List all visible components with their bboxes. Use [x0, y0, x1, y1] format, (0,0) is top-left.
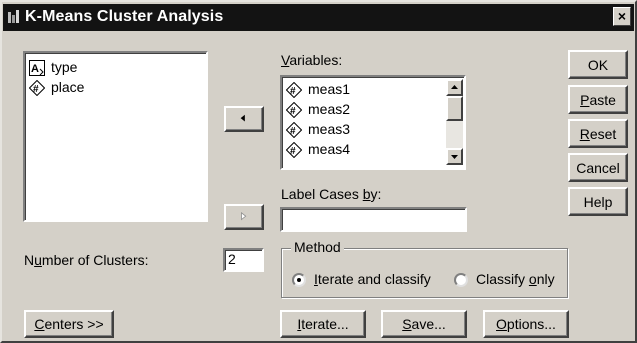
variables-scrollbar[interactable]: [446, 79, 463, 165]
radio-selected-dot: [297, 278, 301, 282]
reset-button[interactable]: Reset: [568, 119, 628, 148]
iterate-button[interactable]: Iterate...: [280, 310, 366, 338]
radio-iterate-classify[interactable]: [292, 273, 306, 287]
arrow-left-icon: [240, 114, 245, 122]
arrow-up-icon: [451, 85, 458, 89]
ok-button[interactable]: OK: [568, 50, 628, 79]
string-variable-icon: A: [29, 60, 45, 76]
options-button[interactable]: Options...: [483, 310, 569, 338]
close-button[interactable]: ×: [613, 7, 631, 26]
variable-label: meas1: [308, 81, 351, 97]
method-title: Method: [291, 239, 344, 255]
variable-label: meas3: [308, 121, 351, 137]
label-cases-field[interactable]: [280, 207, 467, 232]
arrow-right-icon: [241, 211, 247, 221]
svg-text:#: #: [290, 86, 296, 97]
paste-button[interactable]: Paste: [568, 85, 628, 114]
radio-label: Iterate and classify: [314, 271, 431, 287]
variable-label: meas4: [308, 141, 351, 157]
numeric-variable-icon: #: [286, 142, 302, 158]
method-option-iterate-classify[interactable]: Iterate and classify: [292, 270, 442, 290]
label-cases-label: Label Cases by:: [281, 186, 382, 202]
variable-label: place: [51, 79, 85, 95]
close-icon: ×: [617, 8, 627, 24]
variable-label: type: [51, 59, 78, 75]
move-to-variables-button[interactable]: [224, 106, 264, 132]
move-to-label-cases-button[interactable]: [224, 204, 264, 230]
numeric-variable-icon: #: [286, 102, 302, 118]
svg-text:#: #: [33, 84, 39, 95]
number-of-clusters-value: 2: [228, 251, 236, 267]
source-variable-list[interactable]: A type # place: [23, 51, 208, 222]
scroll-down-button[interactable]: [446, 148, 463, 165]
svg-text:A: A: [31, 63, 39, 75]
scroll-up-button[interactable]: [446, 79, 463, 96]
window-title: K-Means Cluster Analysis: [25, 8, 224, 25]
numeric-variable-icon: #: [286, 82, 302, 98]
svg-text:#: #: [290, 146, 296, 157]
scroll-thumb[interactable]: [446, 96, 463, 121]
centers-button[interactable]: Centers >>: [24, 310, 114, 338]
help-button[interactable]: Help: [568, 187, 628, 216]
variable-label: meas2: [308, 101, 351, 117]
method-option-classify-only[interactable]: Classify only: [454, 270, 564, 290]
number-of-clusters-label: Number of Clusters:: [24, 252, 149, 268]
app-icon: [8, 10, 19, 23]
radio-classify-only[interactable]: [454, 273, 468, 287]
cancel-button[interactable]: Cancel: [568, 153, 628, 182]
variables-label: Variables:: [281, 52, 343, 68]
numeric-variable-icon: #: [286, 122, 302, 138]
save-button[interactable]: Save...: [381, 310, 467, 338]
k-means-dialog: K-Means Cluster Analysis × A type # plac…: [0, 0, 637, 343]
radio-label: Classify only: [476, 271, 555, 287]
variables-list[interactable]: # meas1 # meas2 # meas3 # meas4: [280, 75, 466, 170]
number-of-clusters-input[interactable]: 2: [223, 248, 264, 272]
title-bar[interactable]: K-Means Cluster Analysis ×: [3, 4, 634, 31]
arrow-down-icon: [451, 155, 458, 159]
svg-text:#: #: [290, 106, 296, 117]
numeric-variable-icon: #: [29, 80, 45, 96]
svg-text:#: #: [290, 126, 296, 137]
